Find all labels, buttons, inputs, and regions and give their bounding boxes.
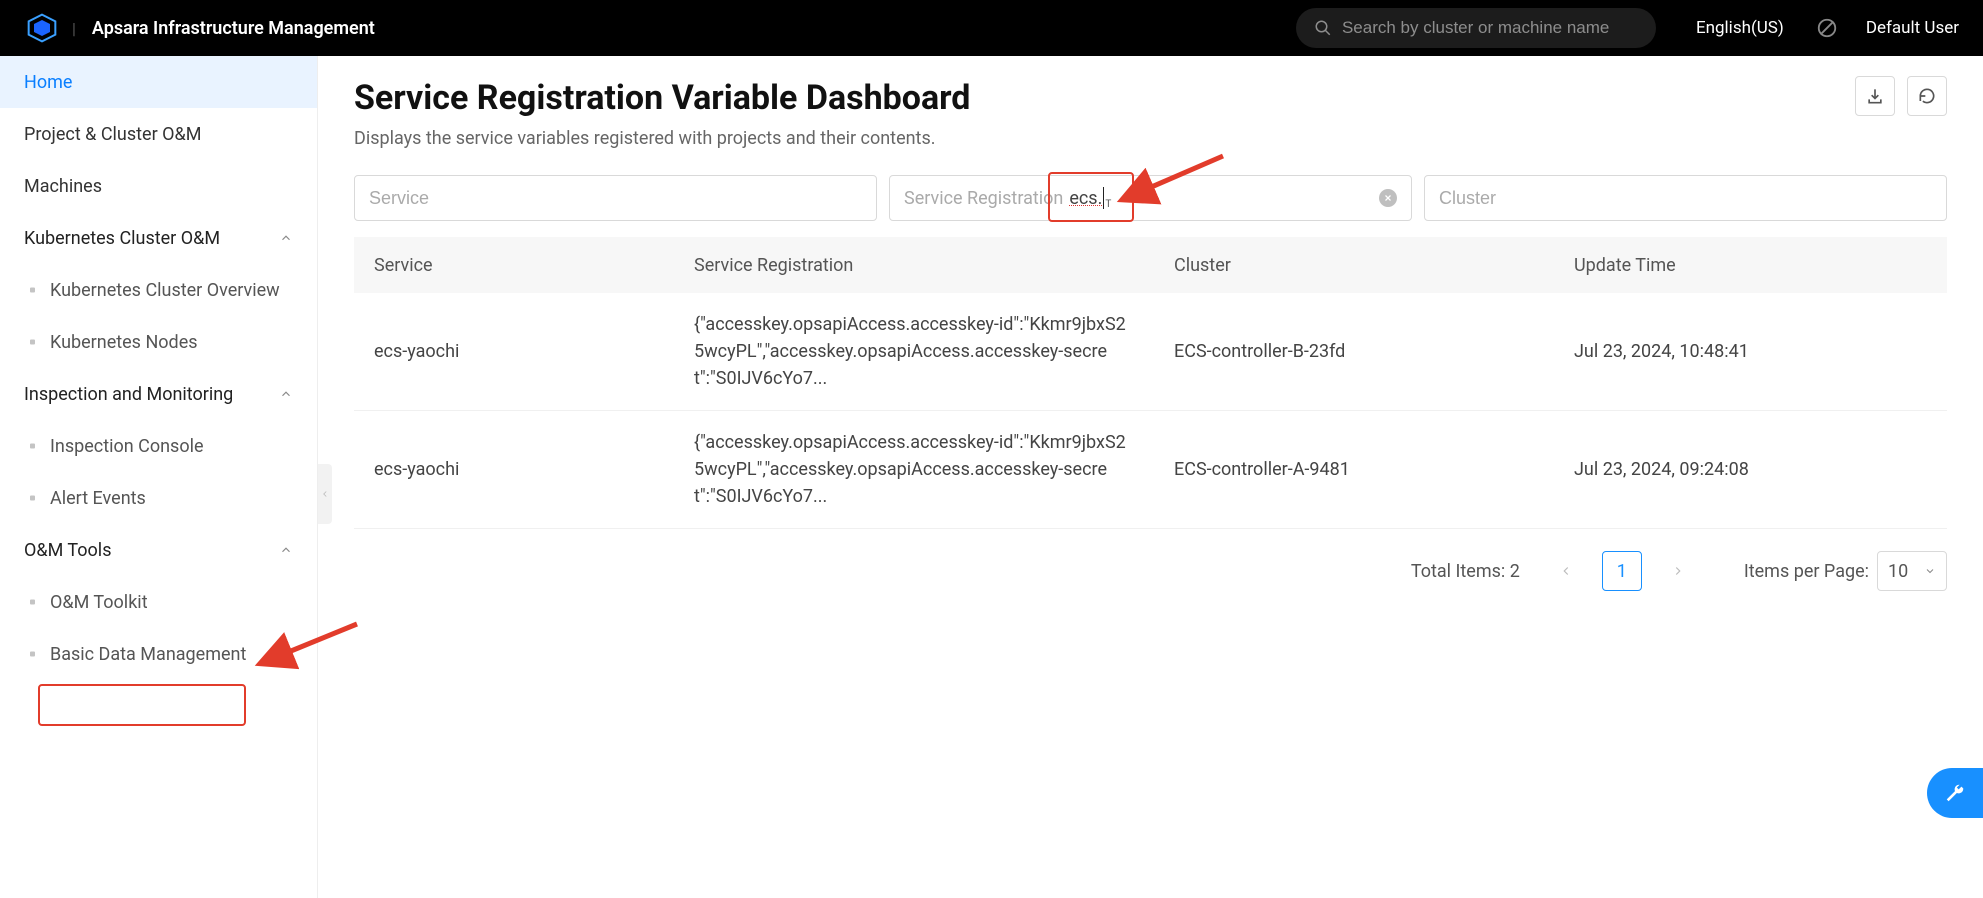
- chevron-right-icon: [1671, 564, 1685, 578]
- refresh-icon: [1917, 86, 1937, 106]
- sidebar: Home Project & Cluster O&M Machines Kube…: [0, 56, 318, 898]
- cell-service: ecs-yaochi: [374, 459, 694, 480]
- sidebar-item-home[interactable]: Home: [0, 56, 317, 108]
- filter-service-input[interactable]: [369, 188, 862, 209]
- chevron-left-icon: [1559, 564, 1573, 578]
- user-label[interactable]: Default User: [1866, 18, 1959, 38]
- col-header-cluster: Cluster: [1174, 255, 1574, 276]
- sidebar-item-machines[interactable]: Machines: [0, 160, 317, 212]
- sidebar-item-om-tools[interactable]: O&M Tools: [0, 524, 317, 576]
- annotation-highlight-sidebar: [38, 684, 246, 726]
- global-search[interactable]: [1296, 8, 1656, 48]
- table-header: Service Service Registration Cluster Upd…: [354, 237, 1947, 293]
- filter-reg-placeholder: Service Registration: [904, 188, 1063, 209]
- sidebar-item-basic-data-mgmt[interactable]: Basic Data Management: [0, 628, 317, 680]
- topbar: | Apsara Infrastructure Management Engli…: [0, 0, 1983, 56]
- sidebar-item-label: Kubernetes Nodes: [50, 332, 198, 353]
- results-table: Service Service Registration Cluster Upd…: [354, 237, 1947, 529]
- chevron-up-icon: [279, 231, 293, 245]
- floating-tools-button[interactable]: [1927, 768, 1983, 818]
- filter-reg-value: ecs.: [1069, 188, 1102, 209]
- pager-size-value: 10: [1888, 561, 1908, 582]
- pager-size: Items per Page: 10: [1744, 551, 1947, 591]
- col-header-time: Update Time: [1574, 255, 1927, 276]
- chevron-down-icon: [1924, 565, 1936, 577]
- theme-toggle-button[interactable]: [1816, 17, 1838, 39]
- pager-current[interactable]: 1: [1602, 551, 1642, 591]
- sidebar-item-project-cluster[interactable]: Project & Cluster O&M: [0, 108, 317, 160]
- refresh-button[interactable]: [1907, 76, 1947, 116]
- theme-toggle-icon: [1816, 17, 1838, 39]
- pager-size-label: Items per Page:: [1744, 561, 1869, 582]
- global-search-input[interactable]: [1342, 18, 1638, 38]
- cell-time: Jul 23, 2024, 09:24:08: [1574, 459, 1927, 480]
- pagination: Total Items: 2 1 Items per Page: 10: [354, 551, 1947, 591]
- sidebar-item-k8s-overview[interactable]: Kubernetes Cluster Overview: [0, 264, 317, 316]
- table-row[interactable]: ecs-yaochi {"accesskey.opsapiAccess.acce…: [354, 293, 1947, 411]
- sidebar-item-alert-events[interactable]: Alert Events: [0, 472, 317, 524]
- sidebar-item-label: Project & Cluster O&M: [24, 124, 201, 145]
- cell-service: ecs-yaochi: [374, 341, 694, 362]
- sidebar-item-label: Alert Events: [50, 488, 146, 509]
- text-cursor: [1103, 187, 1104, 209]
- sidebar-item-label: O&M Toolkit: [50, 592, 148, 613]
- pager-next[interactable]: [1662, 551, 1694, 591]
- app-logo: [24, 10, 60, 46]
- sidebar-item-label: Inspection and Monitoring: [24, 384, 233, 405]
- filter-cluster-input[interactable]: [1439, 188, 1932, 209]
- sidebar-collapse-handle[interactable]: [318, 464, 332, 524]
- col-header-registration: Service Registration: [694, 255, 1174, 276]
- page-actions: [1855, 76, 1947, 116]
- filter-row: Service Registration ecs.T: [354, 175, 1947, 221]
- cell-time: Jul 23, 2024, 10:48:41: [1574, 341, 1927, 362]
- sidebar-item-inspection-console[interactable]: Inspection Console: [0, 420, 317, 472]
- wrench-icon: [1944, 782, 1966, 804]
- export-button[interactable]: [1855, 76, 1895, 116]
- layout: Home Project & Cluster O&M Machines Kube…: [0, 56, 1983, 898]
- sidebar-item-inspection-monitoring[interactable]: Inspection and Monitoring: [0, 368, 317, 420]
- sidebar-item-om-toolkit[interactable]: O&M Toolkit: [0, 576, 317, 628]
- filter-cluster[interactable]: [1424, 175, 1947, 221]
- sidebar-item-label: O&M Tools: [24, 540, 111, 561]
- chevron-up-icon: [279, 387, 293, 401]
- sidebar-item-label: Machines: [24, 176, 102, 197]
- page-subtitle: Displays the service variables registere…: [354, 128, 1947, 149]
- cell-cluster: ECS-controller-A-9481: [1174, 459, 1574, 480]
- sidebar-item-label: Basic Data Management: [50, 644, 246, 665]
- main-panel: Service Registration Variable Dashboard …: [318, 56, 1983, 898]
- app-title: Apsara Infrastructure Management: [92, 18, 375, 39]
- chevron-up-icon: [279, 543, 293, 557]
- clear-filter-button[interactable]: [1379, 189, 1397, 207]
- filter-service[interactable]: [354, 175, 877, 221]
- col-header-service: Service: [374, 255, 694, 276]
- cell-registration: {"accesskey.opsapiAccess.accesskey-id":"…: [694, 429, 1174, 510]
- sidebar-item-k8s-nodes[interactable]: Kubernetes Nodes: [0, 316, 317, 368]
- close-circle-icon: [1383, 193, 1393, 203]
- sidebar-item-label: Inspection Console: [50, 436, 204, 457]
- sidebar-item-label: Home: [24, 72, 72, 93]
- chevron-left-icon: [320, 487, 330, 501]
- sidebar-item-k8s-cluster-om[interactable]: Kubernetes Cluster O&M: [0, 212, 317, 264]
- filter-service-registration[interactable]: Service Registration ecs.T: [889, 175, 1412, 221]
- cell-cluster: ECS-controller-B-23fd: [1174, 341, 1574, 362]
- pager-total: Total Items: 2: [1411, 561, 1520, 582]
- page-title: Service Registration Variable Dashboard: [354, 78, 1947, 118]
- language-selector[interactable]: English(US): [1696, 18, 1784, 38]
- download-icon: [1865, 86, 1885, 106]
- pager-size-select[interactable]: 10: [1877, 551, 1947, 591]
- table-row[interactable]: ecs-yaochi {"accesskey.opsapiAccess.acce…: [354, 411, 1947, 529]
- pager-current-value: 1: [1617, 561, 1627, 582]
- cursor-caret-icon: T: [1105, 199, 1111, 210]
- pager-prev[interactable]: [1550, 551, 1582, 591]
- search-icon: [1314, 19, 1332, 37]
- cell-registration: {"accesskey.opsapiAccess.accesskey-id":"…: [694, 311, 1174, 392]
- sidebar-item-label: Kubernetes Cluster Overview: [50, 280, 280, 301]
- sidebar-item-label: Kubernetes Cluster O&M: [24, 228, 220, 249]
